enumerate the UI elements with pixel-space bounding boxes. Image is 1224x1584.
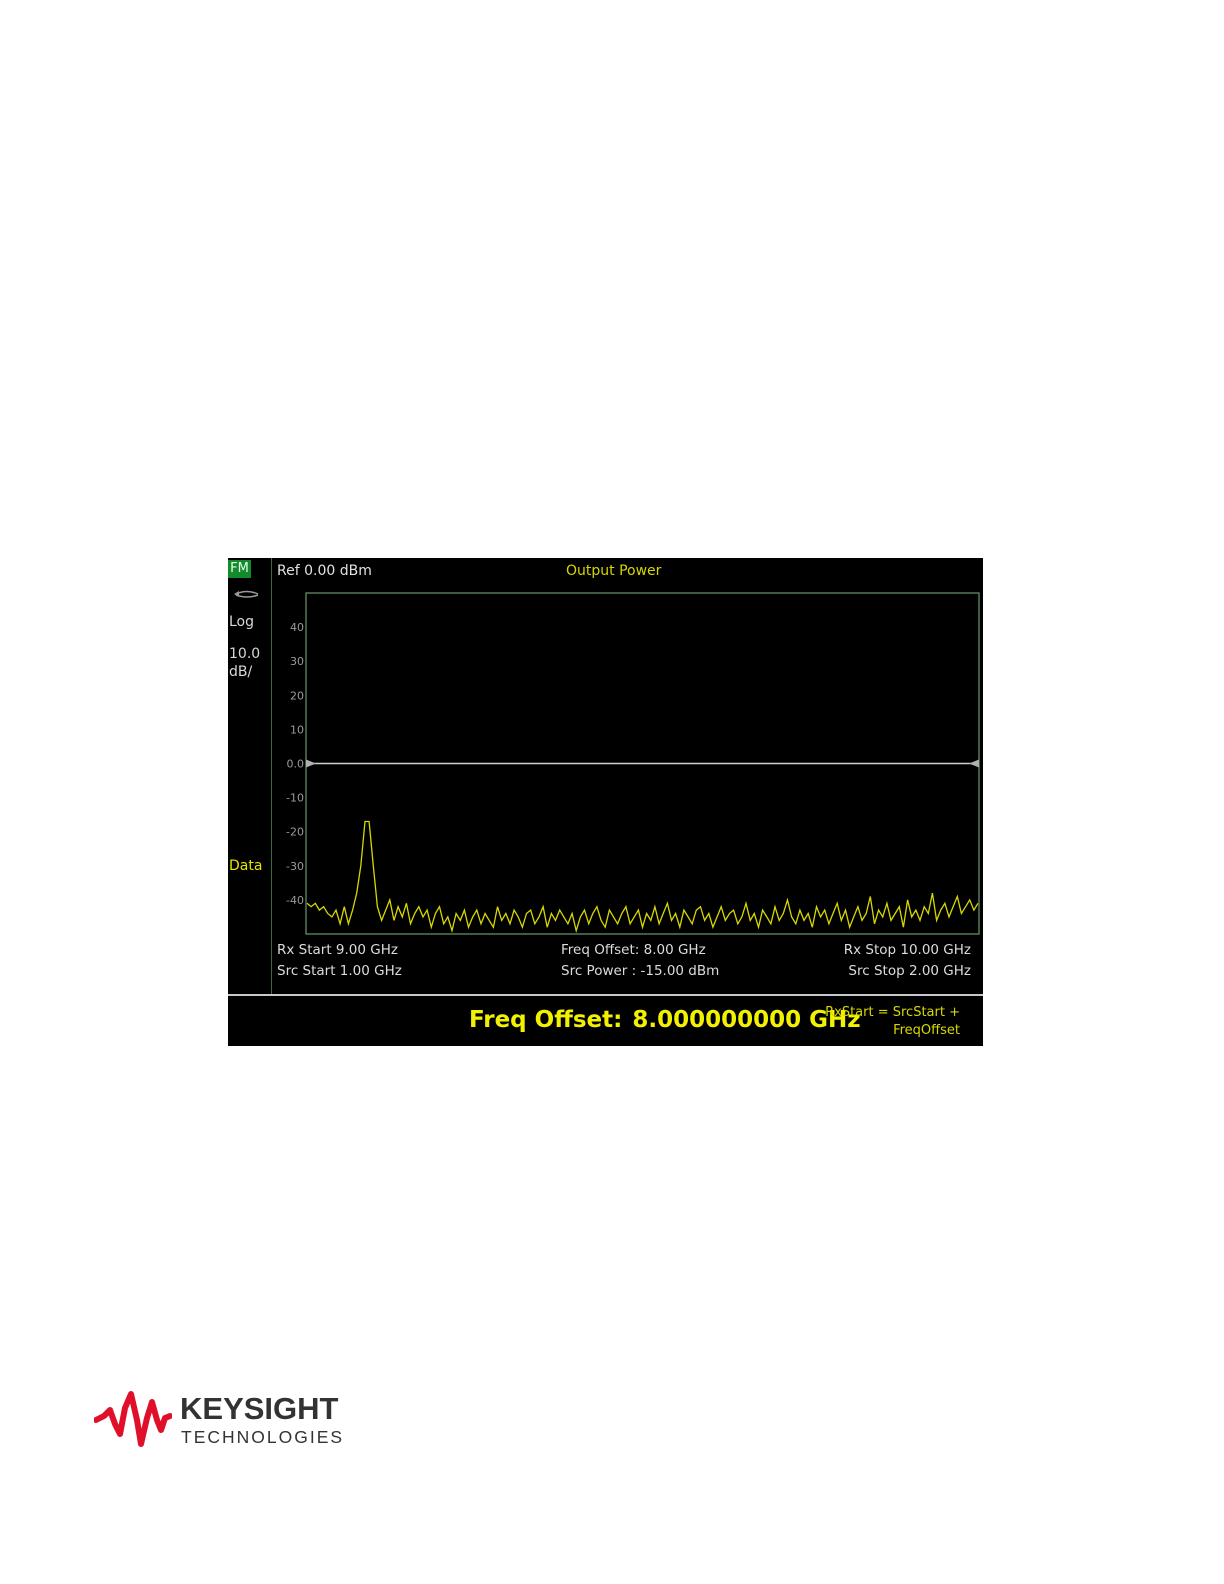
y-tick-labels: 40 30 20 10 0.0 -10 -20 -30 -40 <box>286 621 304 907</box>
hint-line-2: FreqOffset <box>893 1023 960 1038</box>
logo-subtitle: TECHNOLOGIES <box>181 1427 345 1447</box>
src-stop-info: Src Stop 2.00 GHz <box>848 963 971 979</box>
y-tick-label: 0.0 <box>287 758 305 771</box>
data-trace <box>306 820 979 934</box>
active-entry: Freq Offset: 8.000000000 GHz <box>469 1006 861 1034</box>
sweep-arrow-icon <box>234 590 259 598</box>
active-entry-label: Freq Offset: <box>469 1007 623 1033</box>
keysight-logo: KEYSIGHT TECHNOLOGIES <box>94 1390 354 1460</box>
trace-label: Data <box>229 858 263 874</box>
rx-start-info: Rx Start 9.00 GHz <box>277 942 398 958</box>
src-start-info: Src Start 1.00 GHz <box>277 963 402 979</box>
scale-unit-label: dB/ <box>229 664 253 680</box>
active-entry-hint: RxStart = SrcStart + FreqOffset <box>816 1004 960 1040</box>
y-tick-label: -30 <box>286 860 304 873</box>
mode-badge: FM <box>228 560 251 578</box>
plot-area: 40 30 20 10 0.0 -10 -20 -30 -40 <box>286 592 980 935</box>
measurement-title: Output Power <box>566 563 662 579</box>
rx-stop-info: Rx Stop 10.00 GHz <box>843 942 971 958</box>
left-annotation-strip: FM Log 10.0 dB/ Data <box>228 558 272 994</box>
instrument-screen: FM Log 10.0 dB/ Data Ref 0.00 dBm Output… <box>228 558 983 1046</box>
scale-value-label: 10.0 <box>229 646 261 662</box>
y-tick-label: -40 <box>286 894 304 907</box>
scale-type-label: Log <box>229 614 255 630</box>
reference-level: Ref 0.00 dBm <box>277 563 372 579</box>
active-entry-bar: Freq Offset: 8.000000000 GHz RxStart = Sr… <box>228 996 983 1046</box>
y-tick-label: 10 <box>290 723 304 736</box>
y-tick-label: 20 <box>290 689 304 702</box>
y-tick-label: -10 <box>286 792 304 805</box>
reference-marker-right-icon <box>969 759 979 768</box>
sweep-info-panel: Rx Start 9.00 GHz Src Start 1.00 GHz Fre… <box>273 936 983 994</box>
src-power-info: Src Power : -15.00 dBm <box>561 963 720 979</box>
y-tick-label: 40 <box>290 621 304 634</box>
y-tick-label: -20 <box>286 826 304 839</box>
reference-marker-left-icon <box>306 759 316 768</box>
freq-offset-info: Freq Offset: 8.00 GHz <box>561 942 706 958</box>
keysight-wave-icon <box>94 1391 172 1447</box>
logo-name: KEYSIGHT <box>180 1391 339 1426</box>
y-tick-label: 30 <box>290 655 304 668</box>
hint-line-1: RxStart = SrcStart + <box>825 1005 960 1020</box>
